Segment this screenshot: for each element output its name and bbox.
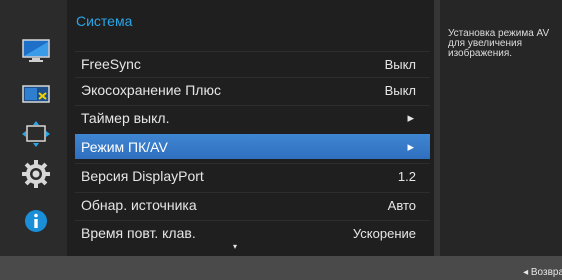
- screen-adjust-icon[interactable]: [21, 80, 51, 108]
- menu-item-source-detection[interactable]: Обнар. источника Авто: [75, 192, 430, 217]
- menu-item-key-repeat-time[interactable]: Время повт. клав. Ускорение: [75, 220, 430, 245]
- menu-item-off-timer[interactable]: Таймер выкл. ▸: [75, 105, 430, 130]
- bottom-bar: ◂ Возвра: [0, 256, 562, 280]
- submenu-arrow-icon: ▸: [407, 138, 414, 154]
- menu-item-label: FreeSync: [81, 56, 141, 72]
- menu-item-label: Экосохранение Плюс: [81, 82, 221, 98]
- settings-gear-icon[interactable]: [21, 160, 51, 188]
- help-text: Установка режима AV для увеличения изобр…: [448, 28, 550, 59]
- system-menu: Система FreeSync Выкл Экосохранение Плюс…: [67, 0, 434, 256]
- help-panel: Установка режима AV для увеличения изобр…: [440, 0, 562, 256]
- menu-item-value: Авто: [387, 197, 416, 213]
- menu-item-label: Время повт. клав.: [81, 225, 196, 241]
- menu-item-label: Таймер выкл.: [81, 110, 170, 126]
- menu-item-label: Версия DisplayPort: [81, 168, 204, 184]
- menu-item-label: Обнар. источника: [81, 197, 197, 213]
- menu-item-pc-av-mode[interactable]: Режим ПК/AV ▸: [75, 134, 430, 159]
- menu-item-label: Режим ПК/AV: [81, 138, 168, 155]
- return-button[interactable]: ◂ Возвра: [523, 267, 562, 278]
- picture-monitor-icon[interactable]: [21, 37, 51, 65]
- menu-item-displayport-version[interactable]: Версия DisplayPort 1.2: [75, 163, 430, 188]
- menu-item-value: 1.2: [397, 168, 416, 184]
- position-size-icon[interactable]: [21, 120, 51, 148]
- menu-item-value: Выкл: [384, 82, 416, 98]
- submenu-arrow-icon: ▸: [407, 110, 414, 125]
- osd-screen: Система FreeSync Выкл Экосохранение Плюс…: [0, 0, 562, 280]
- menu-item-freesync[interactable]: FreeSync Выкл: [75, 51, 430, 76]
- menu-item-value: Выкл: [384, 56, 416, 72]
- sidebar-icon-strip: [0, 0, 67, 256]
- menu-item-value: Ускорение: [352, 225, 416, 241]
- menu-title: Система: [76, 13, 133, 29]
- scroll-down-icon[interactable]: ▾: [233, 242, 237, 251]
- menu-item-eco-saving-plus[interactable]: Экосохранение Плюс Выкл: [75, 77, 430, 102]
- information-icon[interactable]: [21, 207, 51, 235]
